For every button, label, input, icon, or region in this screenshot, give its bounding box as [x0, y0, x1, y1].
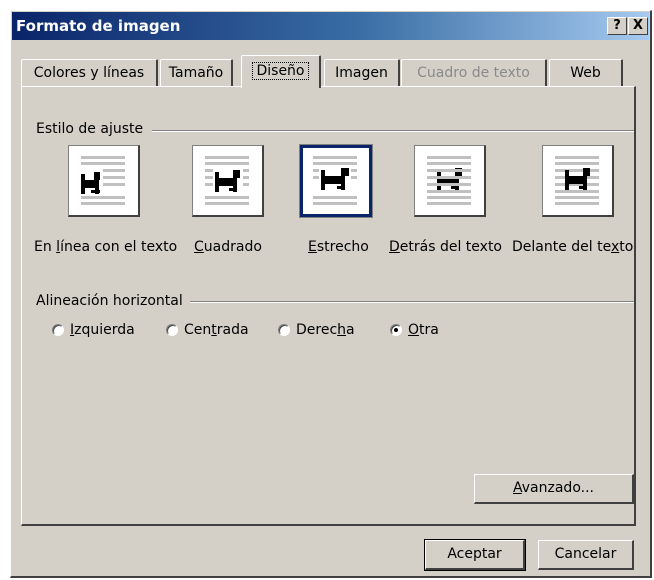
tab-size[interactable]: Tamaño [160, 59, 233, 87]
wrap-label-behind[interactable]: Detrás del texto [389, 239, 502, 255]
tab-text-box: Cuadro de texto [401, 59, 547, 87]
wrap-option-behind[interactable] [414, 145, 486, 217]
access-key: O [408, 322, 420, 338]
label-text: tra [419, 322, 439, 338]
title-bar[interactable]: Formato de imagen ? X [12, 12, 649, 40]
tight-wrap-icon [313, 156, 357, 205]
label-text: etrás del texto [399, 239, 502, 255]
wrap-label-inline[interactable]: En línea con el texto [34, 239, 177, 255]
radio-centered[interactable]: Cen t rada [166, 322, 249, 338]
label-text: Delante del te [512, 239, 611, 255]
tab-colors-and-lines[interactable]: Colores y líneas [21, 59, 158, 87]
wrap-style-divider [152, 130, 634, 132]
wrap-option-in-front[interactable] [542, 145, 614, 217]
in-front-of-text-icon [555, 156, 599, 205]
radio-button-checked[interactable] [390, 324, 402, 336]
wrap-option-tight[interactable] [299, 144, 373, 218]
label-text: ínea con el texto [60, 239, 178, 255]
dialog-title: Formato de imagen [16, 17, 181, 35]
label-text: zquierda [74, 322, 135, 338]
square-wrap-icon [205, 156, 249, 205]
tab-label: Cuadro de texto [417, 65, 530, 81]
wrap-option-square[interactable] [192, 145, 264, 217]
label-text: Derec [296, 322, 338, 338]
radio-left[interactable]: Izquierda [52, 322, 135, 338]
wrap-option-inline[interactable] [68, 145, 140, 217]
access-key: C [194, 239, 204, 255]
cancel-button[interactable]: Cancelar [538, 540, 634, 570]
radio-other[interactable]: Otra [390, 322, 439, 338]
format-picture-dialog: Formato de imagen ? X Colores y líneas T… [10, 10, 652, 578]
tab-label: Web [570, 65, 601, 81]
advanced-button[interactable]: Avanzado... [474, 474, 634, 504]
wrap-style-group-label: Estilo de ajuste [36, 121, 150, 137]
radio-button[interactable] [166, 324, 178, 336]
label-text: to [619, 239, 634, 255]
button-label: vanzado... [521, 480, 594, 496]
wrap-label-tight[interactable]: Estrecho [308, 239, 369, 255]
tab-label: Tamaño [168, 65, 224, 81]
wrap-label-in-front[interactable]: Delante del texto [512, 239, 633, 255]
tab-picture[interactable]: Imagen [324, 59, 400, 87]
radio-button[interactable] [278, 324, 290, 336]
tab-label: Diseño [252, 62, 309, 80]
label-text: En [34, 239, 57, 255]
radio-button[interactable] [52, 324, 64, 336]
tab-label: Colores y líneas [33, 65, 145, 81]
access-key: h [337, 322, 347, 338]
tab-label: Imagen [335, 65, 388, 81]
inline-with-text-icon [81, 156, 125, 205]
label-text: uadrado [203, 239, 262, 255]
access-key: A [513, 480, 522, 496]
label-text: a [346, 322, 355, 338]
alignment-divider [190, 301, 634, 303]
tab-web[interactable]: Web [549, 59, 623, 87]
behind-text-icon [427, 156, 471, 205]
wrap-label-square[interactable]: Cuadrado [194, 239, 262, 255]
layout-panel: Estilo de ajuste En línea con el texto C… [21, 86, 636, 526]
help-button[interactable]: ? [607, 17, 627, 35]
label-text: strecho [316, 239, 369, 255]
label-text: rada [216, 322, 249, 338]
label-text: Cen [184, 322, 212, 338]
access-key: E [308, 239, 317, 255]
ok-button[interactable]: Aceptar [424, 539, 526, 571]
tab-layout[interactable]: Diseño [241, 55, 321, 88]
access-key: D [389, 239, 400, 255]
close-button[interactable]: X [628, 17, 648, 35]
alignment-group-label: Alineación horizontal [36, 293, 189, 309]
radio-right[interactable]: Derec h a [278, 322, 355, 338]
